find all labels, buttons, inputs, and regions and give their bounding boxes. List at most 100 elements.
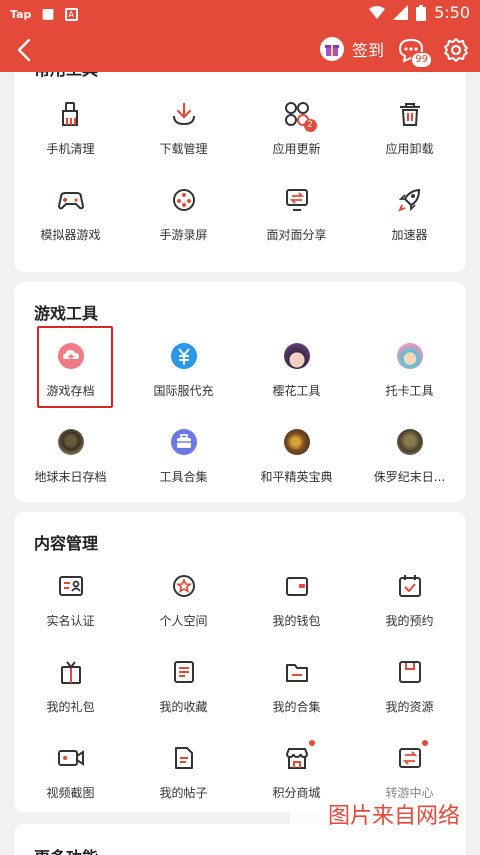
gift-icon	[57, 658, 85, 686]
tool-uninstall[interactable]: 应用卸载	[353, 86, 466, 172]
wifi-icon	[369, 5, 386, 19]
tool-intl-recharge[interactable]: 国际服代充	[127, 328, 240, 414]
rocket-icon	[396, 186, 424, 214]
tool-phone-clean[interactable]: 手机清理	[14, 86, 127, 172]
game-tools-card: 游戏工具 游戏存档 国际服代充 樱花工具 托卡工具 地球末日存档 工具合集 和平…	[14, 282, 466, 502]
signal-icon	[393, 5, 409, 20]
status-bar: Tap ■ A 5:50	[0, 0, 480, 28]
checkin-label: 签到	[352, 41, 385, 60]
tool-label: 工具合集	[159, 470, 208, 484]
apps-update-icon: 2	[283, 100, 317, 132]
checkin-button[interactable]: 签到	[320, 37, 384, 61]
tool-label: 和平精英宝典	[260, 470, 333, 484]
jurassic-avatar-icon	[396, 428, 424, 456]
tool-download-manager[interactable]: 下载管理	[127, 86, 240, 172]
menu-gifts[interactable]: 我的礼包	[14, 644, 127, 730]
watermark: 图片来自网络	[290, 802, 466, 832]
id-card-icon	[57, 572, 85, 600]
taptap-status-icon: Tap	[10, 7, 32, 21]
tool-game-save[interactable]: 游戏存档	[14, 328, 127, 414]
menu-label: 我的钱包	[272, 614, 321, 628]
swap-icon	[396, 740, 428, 772]
status-time: 5:50	[434, 3, 470, 22]
tool-label: 应用更新	[272, 142, 321, 156]
tool-screen-record[interactable]: 手游录屏	[127, 172, 240, 258]
menu-resources[interactable]: 我的资源	[353, 644, 466, 730]
tool-face-share[interactable]: 面对面分享	[240, 172, 353, 258]
menu-my-posts[interactable]: 我的帖子	[127, 730, 240, 812]
menu-favorites[interactable]: 我的收藏	[127, 644, 240, 730]
section-title: 游戏工具	[34, 304, 99, 323]
broom-icon	[57, 100, 85, 128]
transfer-icon	[283, 186, 311, 214]
battery-icon	[416, 4, 427, 21]
tool-label: 加速器	[391, 228, 428, 242]
tool-last-day-save[interactable]: 地球末日存档	[14, 414, 127, 500]
back-arrow-icon[interactable]	[12, 37, 38, 63]
pubg-avatar-icon	[283, 428, 311, 456]
menu-label: 我的资源	[385, 700, 434, 714]
update-count-badge: 2	[303, 119, 317, 132]
tool-label: 侏罗纪末日...	[373, 470, 446, 484]
soldier-avatar-icon	[57, 428, 85, 456]
app-status-icon: ■	[41, 6, 55, 22]
menu-label: 个人空间	[159, 614, 208, 628]
menu-personal-space[interactable]: 个人空间	[127, 558, 240, 644]
section-title: 内容管理	[34, 534, 99, 553]
tool-emulator-games[interactable]: 模拟器游戏	[14, 172, 127, 258]
star-circle-icon	[170, 572, 198, 600]
notification-dot	[308, 740, 315, 746]
menu-label: 我的帖子	[159, 786, 208, 800]
gamepad-icon	[57, 186, 85, 214]
menu-label: 我的礼包	[46, 700, 95, 714]
video-icon	[57, 744, 85, 772]
tool-sakura[interactable]: 樱花工具	[240, 328, 353, 414]
tool-label: 地球末日存档	[34, 470, 107, 484]
menu-wallet[interactable]: 我的钱包	[240, 558, 353, 644]
common-tools-card: 常用工具 手机清理 下载管理 2 应用更新 应用卸载 模拟器游戏	[14, 72, 466, 272]
tool-label: 手游录屏	[159, 228, 208, 242]
menu-label: 我的收藏	[159, 700, 208, 714]
menu-points-mall[interactable]: 积分商城	[240, 730, 353, 812]
content-management-card: 内容管理 实名认证 个人空间 我的钱包 我的预约 我的礼包 我的收藏 我的合集 …	[14, 512, 466, 812]
menu-reservations[interactable]: 我的预约	[353, 558, 466, 644]
settings-gear-icon[interactable]	[442, 36, 470, 64]
menu-video-screenshots[interactable]: 视频截图	[14, 730, 127, 812]
tool-label: 应用卸载	[385, 142, 434, 156]
folder-icon	[283, 658, 311, 686]
tool-jurassic[interactable]: 侏罗纪末日...	[353, 414, 466, 500]
tool-label: 国际服代充	[153, 384, 214, 398]
yuan-icon	[170, 342, 198, 370]
trash-icon	[396, 100, 424, 128]
tools-content: 常用工具 手机清理 下载管理 2 应用更新 应用卸载 模拟器游戏	[0, 72, 480, 855]
tool-toca[interactable]: 托卡工具	[353, 328, 466, 414]
store-icon	[283, 740, 315, 772]
wallet-icon	[283, 572, 311, 600]
menu-label: 我的合集	[272, 700, 321, 714]
document-icon	[170, 744, 198, 772]
tool-label: 手机清理	[46, 142, 95, 156]
tool-accelerator[interactable]: 加速器	[353, 172, 466, 258]
message-count-badge: 99	[411, 52, 432, 68]
section-title: 常用工具	[34, 72, 98, 80]
menu-label: 我的预约	[385, 614, 434, 628]
app-header: 签到 99	[0, 28, 480, 72]
save-icon	[396, 658, 424, 686]
tool-toolbox[interactable]: 工具合集	[127, 414, 240, 500]
tool-label: 托卡工具	[385, 384, 434, 398]
toolbox-icon	[170, 428, 198, 456]
tool-app-update[interactable]: 2 应用更新	[240, 86, 353, 172]
menu-transfer-center[interactable]: 转游中心	[353, 730, 466, 812]
menu-real-name[interactable]: 实名认证	[14, 558, 127, 644]
messages-button[interactable]: 99	[396, 35, 432, 68]
menu-collections[interactable]: 我的合集	[240, 644, 353, 730]
menu-label: 转游中心	[385, 786, 434, 800]
tool-pubg-guide[interactable]: 和平精英宝典	[240, 414, 353, 500]
tool-label: 樱花工具	[272, 384, 321, 398]
tool-label: 游戏存档	[46, 384, 95, 398]
film-reel-icon	[170, 186, 198, 214]
menu-label: 实名认证	[46, 614, 95, 628]
tool-label: 模拟器游戏	[40, 228, 101, 242]
tool-label: 面对面分享	[266, 228, 327, 242]
section-title: 更多功能	[34, 844, 98, 855]
